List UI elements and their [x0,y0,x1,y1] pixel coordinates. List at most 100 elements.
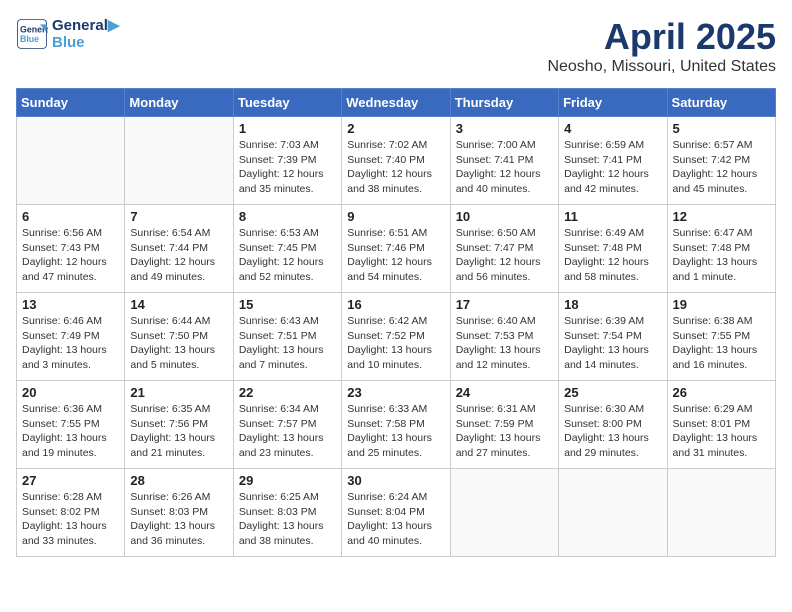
day-info: Sunrise: 6:38 AM Sunset: 7:55 PM Dayligh… [673,314,770,373]
day-info: Sunrise: 6:25 AM Sunset: 8:03 PM Dayligh… [239,490,336,549]
day-info: Sunrise: 6:51 AM Sunset: 7:46 PM Dayligh… [347,226,444,285]
day-info: Sunrise: 6:36 AM Sunset: 7:55 PM Dayligh… [22,402,119,461]
day-info: Sunrise: 6:49 AM Sunset: 7:48 PM Dayligh… [564,226,661,285]
day-info: Sunrise: 7:02 AM Sunset: 7:40 PM Dayligh… [347,138,444,197]
day-number: 18 [564,297,661,312]
day-info: Sunrise: 7:03 AM Sunset: 7:39 PM Dayligh… [239,138,336,197]
logo: General Blue General▶ Blue [16,16,119,51]
calendar-cell: 8 Sunrise: 6:53 AM Sunset: 7:45 PM Daylig… [233,205,341,293]
day-info: Sunrise: 7:00 AM Sunset: 7:41 PM Dayligh… [456,138,553,197]
calendar-cell [450,469,558,557]
calendar-cell: 28Sunrise: 6:26 AM Sunset: 8:03 PM Dayli… [125,469,233,557]
day-number: 24 [456,385,553,400]
calendar-cell: 6Sunrise: 6:56 AM Sunset: 7:43 PM Daylig… [17,205,125,293]
calendar-cell: 16 Sunrise: 6:42 AM Sunset: 7:52 PM Dayli… [342,293,450,381]
calendar-cell: 3 Sunrise: 7:00 AM Sunset: 7:41 PM Daylig… [450,117,558,205]
title-block: April 2025 Neosho, Missouri, United Stat… [547,16,776,76]
day-info: Sunrise: 6:50 AM Sunset: 7:47 PM Dayligh… [456,226,553,285]
weekday-header-monday: Monday [125,89,233,117]
calendar-cell [559,469,667,557]
day-number: 2 [347,121,444,136]
logo-text: General▶ [52,16,119,34]
day-info: Sunrise: 6:30 AM Sunset: 8:00 PM Dayligh… [564,402,661,461]
calendar-cell: 12Sunrise: 6:47 AM Sunset: 7:48 PM Dayli… [667,205,775,293]
weekday-header-row: SundayMondayTuesdayWednesdayThursdayFrid… [17,89,776,117]
calendar-cell: 24 Sunrise: 6:31 AM Sunset: 7:59 PM Dayli… [450,381,558,469]
day-info: Sunrise: 6:35 AM Sunset: 7:56 PM Dayligh… [130,402,227,461]
day-info: Sunrise: 6:53 AM Sunset: 7:45 PM Dayligh… [239,226,336,285]
day-number: 21 [130,385,227,400]
calendar-cell: 10 Sunrise: 6:50 AM Sunset: 7:47 PM Dayli… [450,205,558,293]
day-number: 11 [564,209,661,224]
calendar-cell: 21 Sunrise: 6:35 AM Sunset: 7:56 PM Dayli… [125,381,233,469]
day-number: 8 [239,209,336,224]
day-number: 22 [239,385,336,400]
day-number: 10 [456,209,553,224]
day-number: 20 [22,385,119,400]
logo-subtext: Blue [52,34,119,51]
day-number: 19 [673,297,770,312]
day-number: 23 [347,385,444,400]
day-number: 25 [564,385,661,400]
day-info: Sunrise: 6:54 AM Sunset: 7:44 PM Dayligh… [130,226,227,285]
calendar-cell: 7 Sunrise: 6:54 AM Sunset: 7:44 PM Daylig… [125,205,233,293]
calendar-week-row: 13Sunrise: 6:46 AM Sunset: 7:49 PM Dayli… [17,293,776,381]
calendar-cell: 4Sunrise: 6:59 AM Sunset: 7:41 PM Daylig… [559,117,667,205]
calendar-cell: 26 Sunrise: 6:29 AM Sunset: 8:01 PM Dayli… [667,381,775,469]
day-info: Sunrise: 6:42 AM Sunset: 7:52 PM Dayligh… [347,314,444,373]
day-number: 13 [22,297,119,312]
calendar-cell: 25 Sunrise: 6:30 AM Sunset: 8:00 PM Dayli… [559,381,667,469]
day-number: 7 [130,209,227,224]
day-info: Sunrise: 6:47 AM Sunset: 7:48 PM Dayligh… [673,226,770,285]
calendar-week-row: 1Sunrise: 7:03 AM Sunset: 7:39 PM Daylig… [17,117,776,205]
weekday-header-friday: Friday [559,89,667,117]
calendar-cell [125,117,233,205]
day-number: 9 [347,209,444,224]
calendar-cell [17,117,125,205]
calendar-cell: 2 Sunrise: 7:02 AM Sunset: 7:40 PM Daylig… [342,117,450,205]
calendar-cell: 23Sunrise: 6:33 AM Sunset: 7:58 PM Dayli… [342,381,450,469]
calendar-cell: 14Sunrise: 6:44 AM Sunset: 7:50 PM Dayli… [125,293,233,381]
calendar-cell: 19 Sunrise: 6:38 AM Sunset: 7:55 PM Dayli… [667,293,775,381]
day-info: Sunrise: 6:43 AM Sunset: 7:51 PM Dayligh… [239,314,336,373]
month-title: April 2025 [547,16,776,58]
calendar-week-row: 27 Sunrise: 6:28 AM Sunset: 8:02 PM Dayli… [17,469,776,557]
calendar-cell: 9 Sunrise: 6:51 AM Sunset: 7:46 PM Daylig… [342,205,450,293]
calendar-cell: 20 Sunrise: 6:36 AM Sunset: 7:55 PM Dayli… [17,381,125,469]
svg-text:Blue: Blue [20,34,39,44]
day-number: 27 [22,473,119,488]
weekday-header-wednesday: Wednesday [342,89,450,117]
calendar-cell: 18Sunrise: 6:39 AM Sunset: 7:54 PM Dayli… [559,293,667,381]
day-info: Sunrise: 6:40 AM Sunset: 7:53 PM Dayligh… [456,314,553,373]
location: Neosho, Missouri, United States [547,58,776,76]
day-number: 6 [22,209,119,224]
day-info: Sunrise: 6:34 AM Sunset: 7:57 PM Dayligh… [239,402,336,461]
calendar-week-row: 20 Sunrise: 6:36 AM Sunset: 7:55 PM Dayli… [17,381,776,469]
day-info: Sunrise: 6:57 AM Sunset: 7:42 PM Dayligh… [673,138,770,197]
calendar-cell: 13Sunrise: 6:46 AM Sunset: 7:49 PM Dayli… [17,293,125,381]
day-number: 14 [130,297,227,312]
page-header: General Blue General▶ Blue April 2025 Ne… [16,16,776,76]
calendar-cell: 1Sunrise: 7:03 AM Sunset: 7:39 PM Daylig… [233,117,341,205]
calendar-week-row: 6Sunrise: 6:56 AM Sunset: 7:43 PM Daylig… [17,205,776,293]
day-number: 28 [130,473,227,488]
day-number: 5 [673,121,770,136]
calendar-cell: 22 Sunrise: 6:34 AM Sunset: 7:57 PM Dayli… [233,381,341,469]
logo-icon: General Blue [16,18,48,50]
day-info: Sunrise: 6:29 AM Sunset: 8:01 PM Dayligh… [673,402,770,461]
weekday-header-sunday: Sunday [17,89,125,117]
day-number: 17 [456,297,553,312]
calendar-cell: 17 Sunrise: 6:40 AM Sunset: 7:53 PM Dayli… [450,293,558,381]
day-number: 29 [239,473,336,488]
calendar-cell: 11 Sunrise: 6:49 AM Sunset: 7:48 PM Dayli… [559,205,667,293]
day-number: 30 [347,473,444,488]
calendar-cell: 27 Sunrise: 6:28 AM Sunset: 8:02 PM Dayli… [17,469,125,557]
calendar-table: SundayMondayTuesdayWednesdayThursdayFrid… [16,88,776,557]
day-number: 16 [347,297,444,312]
calendar-cell [667,469,775,557]
day-number: 26 [673,385,770,400]
day-info: Sunrise: 6:31 AM Sunset: 7:59 PM Dayligh… [456,402,553,461]
day-number: 3 [456,121,553,136]
day-info: Sunrise: 6:28 AM Sunset: 8:02 PM Dayligh… [22,490,119,549]
day-info: Sunrise: 6:24 AM Sunset: 8:04 PM Dayligh… [347,490,444,549]
